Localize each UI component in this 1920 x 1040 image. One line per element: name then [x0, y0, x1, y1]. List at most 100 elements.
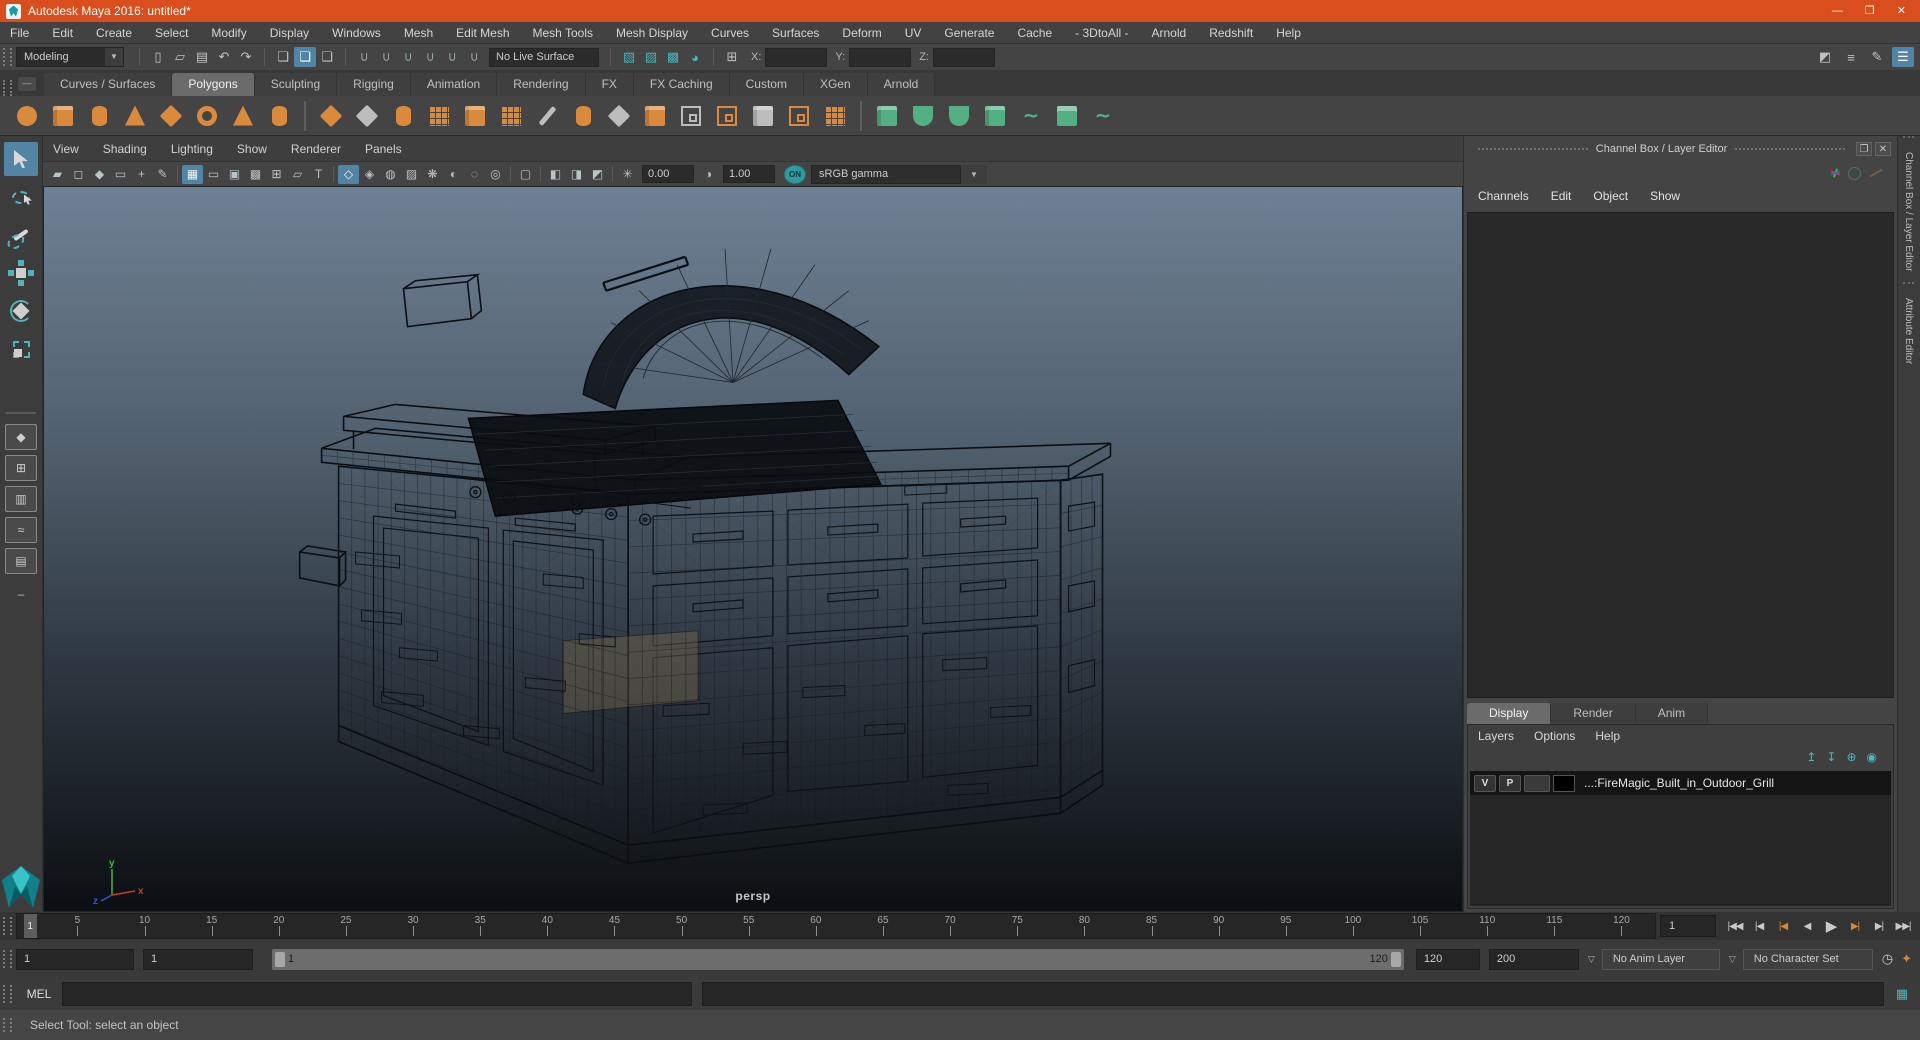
menu-display[interactable]: Display [270, 26, 309, 40]
shaded-icon[interactable]: ◈ [359, 165, 380, 184]
poly-cone-icon[interactable] [120, 101, 150, 131]
layer-row[interactable]: V P ...:FireMagic_Built_in_Outdoor_Grill [1470, 771, 1891, 795]
live-surface-field[interactable]: No Live Surface [489, 47, 599, 67]
wireframe-icon[interactable]: ◇ [338, 164, 359, 184]
command-line-grip[interactable] [3, 985, 12, 1003]
anim-preferences-icon[interactable]: ◷ [1882, 951, 1893, 967]
snap-to-grid-icon[interactable]: ⊂ [354, 46, 374, 68]
playback-end-field[interactable]: 120 [1415, 948, 1480, 970]
single-pane-layout-button[interactable]: ◆ [5, 424, 37, 450]
wireframe-on-shaded-icon[interactable]: ◍ [380, 165, 401, 184]
remesh-icon[interactable] [980, 101, 1010, 131]
command-language-label[interactable]: MEL [16, 987, 62, 1001]
play-backwards-button[interactable]: ◀ [1796, 915, 1818, 937]
poly-cylinder-icon[interactable] [84, 101, 114, 131]
menu-edit-mesh[interactable]: Edit Mesh [456, 26, 509, 40]
menu-modify[interactable]: Modify [211, 26, 246, 40]
shadows-icon[interactable]: ◐ [443, 165, 464, 184]
anim-layer-dropdown-icon[interactable]: ▽ [1588, 954, 1595, 965]
bevel-icon[interactable] [640, 101, 670, 131]
contrast-icon[interactable]: ◑ [698, 165, 719, 184]
poly-pipe-icon[interactable] [264, 101, 294, 131]
menu-edit[interactable]: Edit [52, 26, 73, 40]
channel-box-toggle-icon[interactable]: ☰ [1892, 47, 1914, 67]
color-management-toggle[interactable]: ON [784, 164, 806, 184]
uv-editor-icon[interactable] [1052, 101, 1082, 131]
shelf-tab-arnold[interactable]: Arnold [867, 73, 936, 96]
character-set-dropdown-icon[interactable]: ▽ [1729, 954, 1736, 965]
lasso-tool-button[interactable] [4, 180, 38, 214]
multi-cut-icon[interactable] [784, 101, 814, 131]
menu-file[interactable]: File [10, 26, 29, 40]
character-set-select[interactable]: No Character Set [1742, 948, 1873, 970]
render-view-icon[interactable]: ◕ [684, 47, 706, 67]
manipulator-axis-icon[interactable] [1824, 166, 1841, 180]
tool-settings-icon[interactable]: ✎ [1866, 47, 1888, 67]
layer-color-swatch[interactable] [1553, 774, 1575, 792]
panel-menu-renderer[interactable]: Renderer [291, 142, 341, 156]
undo-icon[interactable]: ↶ [213, 47, 235, 67]
edge-flow-icon[interactable] [676, 101, 706, 131]
step-back-frame-button[interactable]: |◀ [1748, 915, 1770, 937]
redo-icon[interactable]: ↷ [235, 47, 257, 67]
add-layer-from-selected-icon[interactable]: ◉ [1867, 750, 1877, 764]
view-transform-arrow-icon[interactable]: ▼ [961, 164, 987, 184]
scale-tool-button[interactable] [4, 332, 38, 366]
target-weld-icon[interactable] [820, 101, 850, 131]
save-scene-icon[interactable]: ▤ [191, 47, 213, 67]
menu--3dtoall-[interactable]: - 3DtoAll - [1075, 26, 1128, 40]
channel-menu-channels[interactable]: Channels [1478, 189, 1529, 203]
float-panel-icon[interactable]: ❐ [1856, 142, 1872, 156]
panel-header[interactable]: Channel Box / Layer Editor ❐ ✕ [1464, 136, 1897, 162]
range-end-handle[interactable] [1390, 951, 1401, 967]
reduce-icon[interactable] [496, 101, 526, 131]
four-pane-layout-button[interactable]: ⊞ [5, 455, 37, 481]
command-result-field[interactable] [702, 982, 1884, 1006]
current-time-marker[interactable]: 1 [23, 914, 37, 938]
select-hierarchy-icon[interactable]: ❏ [272, 47, 294, 67]
crease-tool-icon[interactable] [532, 101, 562, 131]
mirror-geometry-icon[interactable] [388, 101, 418, 131]
menu-set-selector[interactable]: Modeling ▼ [16, 47, 124, 67]
gamma-field[interactable]: 1.00 [723, 165, 775, 183]
playback-start-field[interactable]: 1 [143, 948, 253, 970]
modeling-toolkit-icon[interactable]: ◩ [1814, 47, 1836, 67]
range-slider-grip[interactable] [3, 950, 12, 968]
auto-keyframe-icon[interactable]: ✦ [1901, 951, 1912, 967]
xray-icon[interactable]: ◧ [545, 165, 566, 184]
layer-list[interactable]: V P ...:FireMagic_Built_in_Outdoor_Grill [1470, 771, 1891, 906]
menu-arnold[interactable]: Arnold [1152, 26, 1187, 40]
layer-editor-tab-anim[interactable]: Anim [1635, 703, 1709, 724]
menu-redshift[interactable]: Redshift [1209, 26, 1253, 40]
smooth-mesh-preview-icon[interactable] [604, 101, 634, 131]
poly-plane-icon[interactable] [156, 101, 186, 131]
command-input[interactable] [62, 982, 692, 1006]
make-live-icon[interactable]: ⊂ [464, 46, 484, 68]
status-line-grip[interactable] [3, 48, 12, 66]
layer-menu-layers[interactable]: Layers [1478, 729, 1514, 743]
menu-generate[interactable]: Generate [944, 26, 994, 40]
snap-to-point-icon[interactable]: ⊂ [398, 46, 418, 68]
y-coordinate-input[interactable] [849, 47, 912, 67]
panel-menu-shading[interactable]: Shading [103, 142, 147, 156]
move-tool-button[interactable] [4, 256, 38, 290]
menu-windows[interactable]: Windows [332, 26, 381, 40]
grease-pencil-icon[interactable]: ✎ [152, 165, 173, 184]
help-line-grip[interactable] [3, 1018, 12, 1032]
menu-mesh-tools[interactable]: Mesh Tools [533, 26, 593, 40]
film-gate-icon[interactable]: ▭ [203, 165, 224, 184]
boolean-intersection-icon[interactable] [944, 101, 974, 131]
shelf-tab-sculpting[interactable]: Sculpting [254, 73, 338, 96]
isolate-select-icon[interactable]: ▢ [515, 165, 536, 184]
playback-range-bar[interactable]: 1 120 [272, 948, 1404, 970]
snap-to-curve-icon[interactable]: ⊂ [376, 46, 396, 68]
rotate-tool-button[interactable] [4, 294, 38, 328]
field-chart-icon[interactable]: ⊞ [266, 165, 287, 184]
side-tab-attribute-editor[interactable]: Attribute Editor [1903, 281, 1914, 374]
shelf-tab-fx-caching[interactable]: FX Caching [633, 73, 730, 96]
menu-mesh[interactable]: Mesh [404, 26, 433, 40]
occlusion-icon[interactable]: ◌ [464, 165, 485, 184]
channel-menu-show[interactable]: Show [1650, 189, 1680, 203]
shelf-collapse-button[interactable]: — [18, 77, 36, 91]
image-plane-icon[interactable]: ▭ [110, 165, 131, 184]
